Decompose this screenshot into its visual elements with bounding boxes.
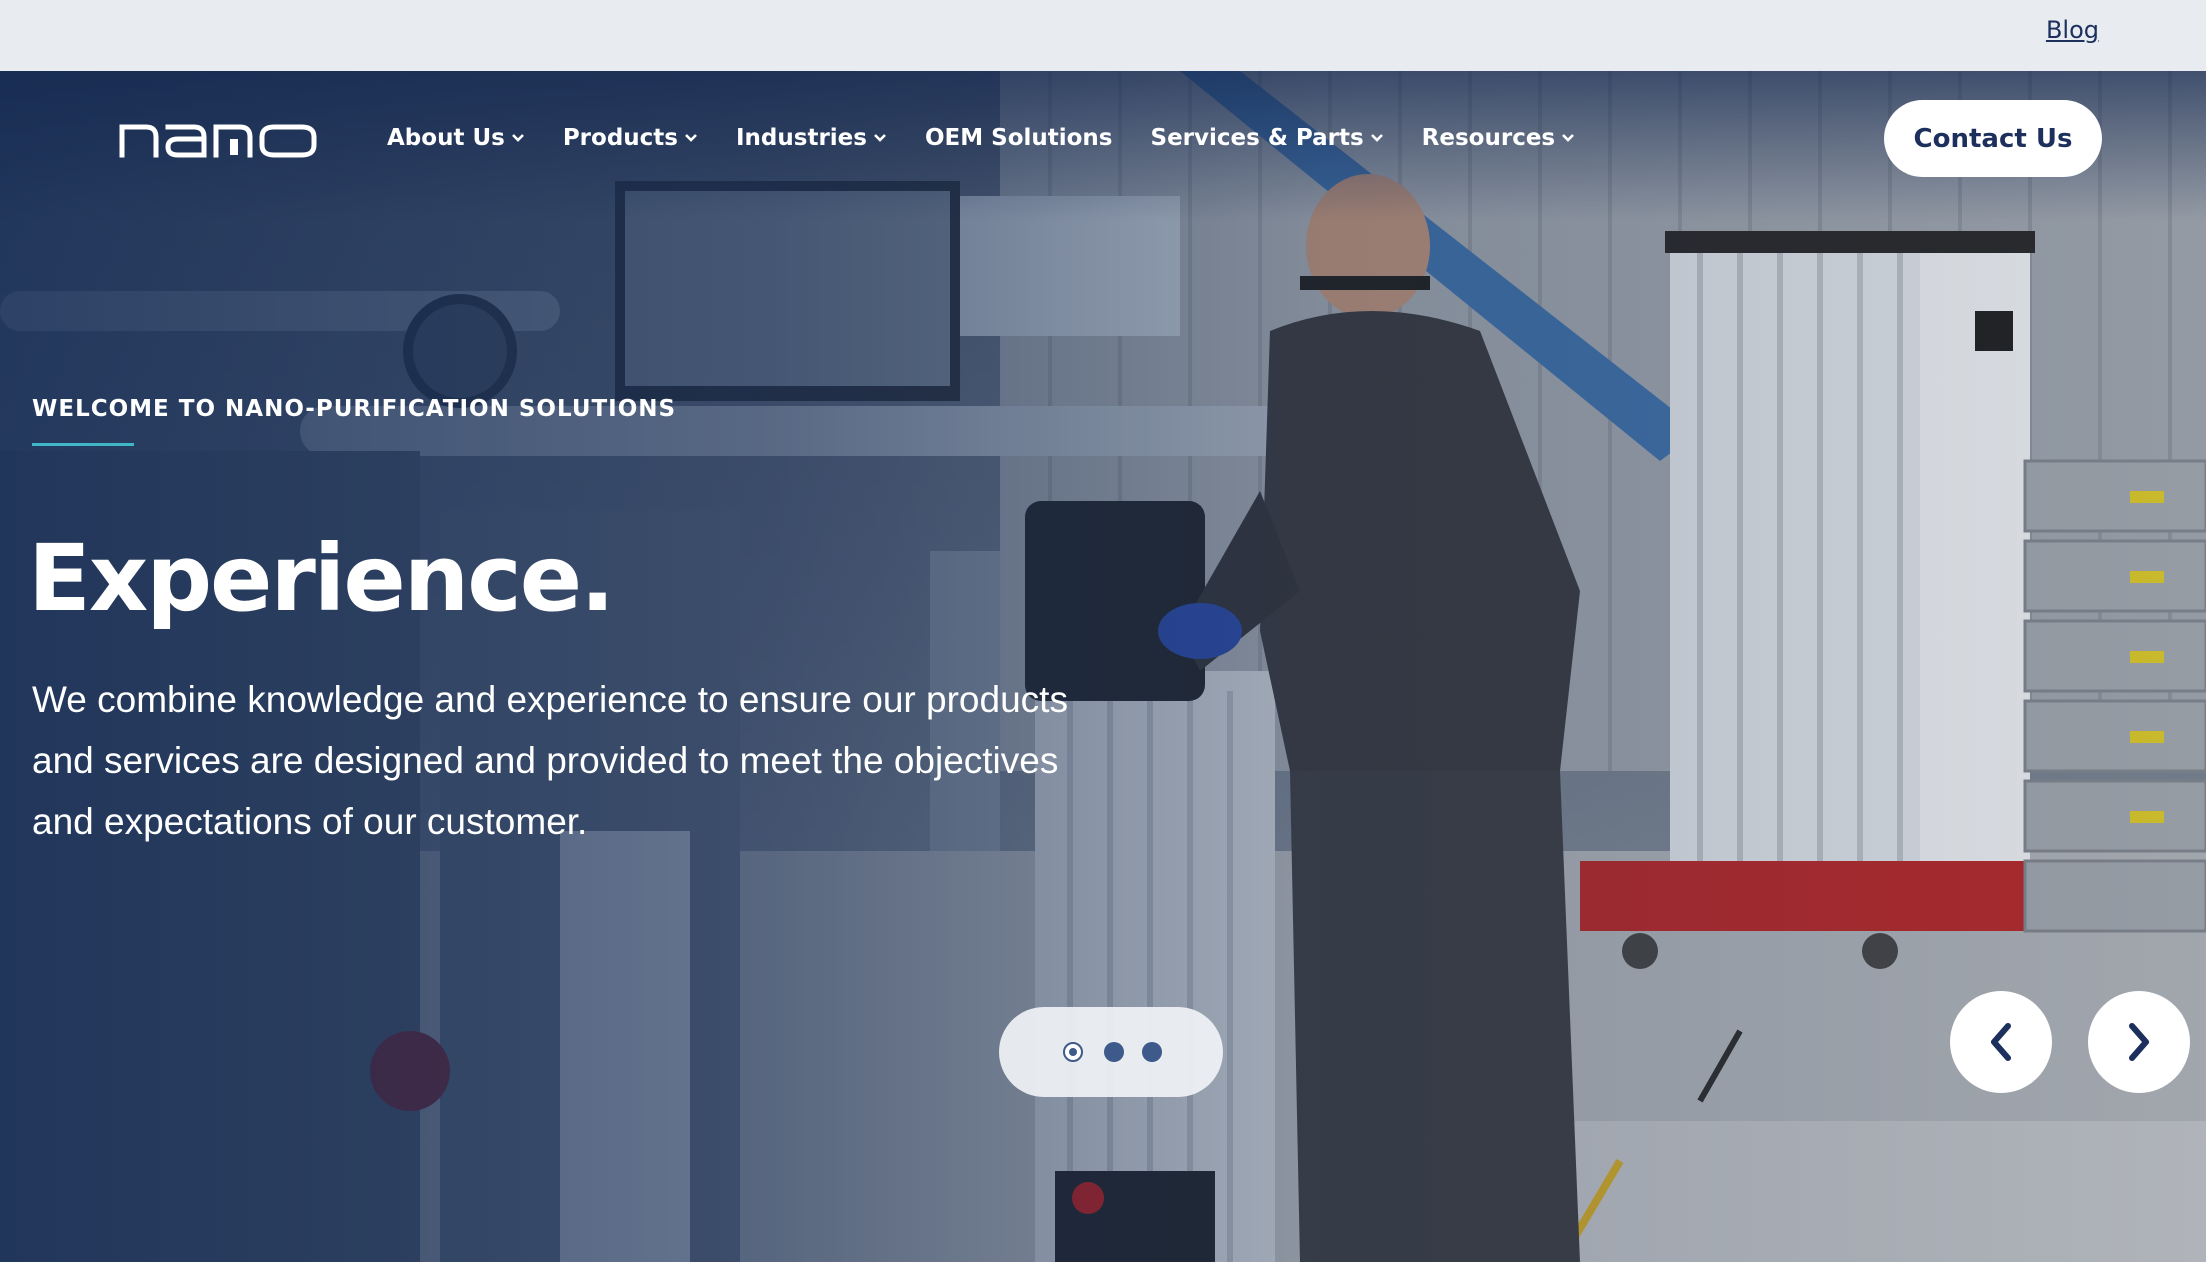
nav-item-label: OEM Solutions [924,125,1113,151]
nav-item-resources[interactable]: Resources [1422,120,1575,156]
carousel-next-button[interactable] [2088,991,2190,1093]
hero-eyebrow: WELCOME TO NANO-PURIFICATION SOLUTIONS [32,396,677,422]
nav-item-label: Resources [1421,125,1556,151]
chevron-down-icon [1370,134,1383,142]
chevron-down-icon [1562,134,1575,142]
chevron-down-icon [511,134,524,142]
nav-item-services-parts[interactable]: Services & Parts [1151,120,1384,156]
nav-item-industries[interactable]: Industries [736,120,887,156]
chevron-right-icon [2129,1023,2149,1061]
eyebrow-underline [32,443,134,446]
carousel-dot-1[interactable] [1063,1042,1083,1062]
hero-lead: We combine knowledge and experience to e… [32,679,1068,842]
contact-us-button[interactable]: Contact Us [1884,100,2102,177]
chevron-down-icon [685,134,697,142]
nav-item-label: About Us [387,125,505,151]
main-nav: About Us Products Industries OEM Solutio… [387,120,1613,156]
nav-item-label: Products [562,125,678,151]
hero-headline: Experience. [28,525,615,632]
nav-item-label: Services & Parts [1150,125,1364,151]
blog-link[interactable]: Blog [2046,16,2099,44]
nav-item-products[interactable]: Products [563,120,698,156]
carousel-dot-3[interactable] [1142,1042,1162,1062]
nav-item-label: Industries [735,125,867,151]
nav-item-oem-solutions[interactable]: OEM Solutions [925,120,1113,156]
page: Blog About Us Products Industries OEM So… [0,0,2206,1262]
utility-bar: Blog [0,0,2206,71]
nano-logo[interactable] [118,119,318,159]
carousel-dot-2[interactable] [1104,1042,1124,1062]
chevron-left-icon [1991,1023,2011,1061]
carousel-prev-button[interactable] [1950,991,2052,1093]
chevron-down-icon [874,134,886,142]
nav-item-about-us[interactable]: About Us [387,120,525,156]
